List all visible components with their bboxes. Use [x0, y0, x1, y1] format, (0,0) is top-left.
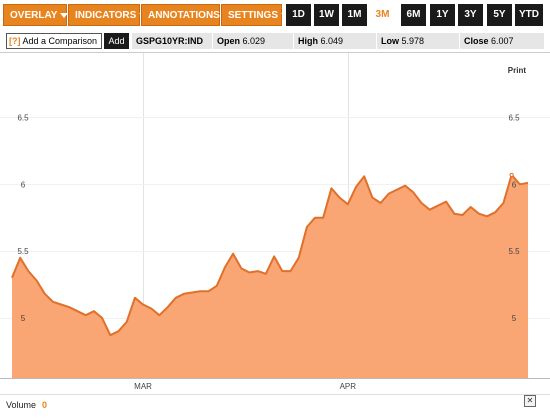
high-label: High [298, 36, 318, 46]
indicators-menu-button[interactable]: INDICATORS [68, 4, 148, 26]
print-button[interactable]: Print [508, 66, 527, 75]
y-tick-label-left: 5 [21, 314, 26, 323]
range-6m-button[interactable]: 6M [401, 4, 426, 26]
chart-area-series [0, 172, 550, 379]
y-tick-label-left: 6 [21, 180, 26, 189]
range-1d-button[interactable]: 1D [286, 4, 311, 26]
overlay-menu-label: OVERLAY [10, 10, 58, 21]
x-axis-labels: MARAPRMAY [134, 382, 357, 391]
y-tick-label-left: 6.5 [17, 113, 29, 122]
volume-label-text: Volume [6, 400, 37, 410]
x-tick-label: APR [340, 382, 357, 391]
add-comparison-input[interactable]: [?] Add a Comparison [6, 33, 102, 49]
y-tick-label-right: 5 [512, 314, 517, 323]
settings-menu-label: SETTINGS [228, 10, 279, 21]
add-comparison-placeholder: Add a Comparison [22, 36, 98, 46]
range-5y-button[interactable]: 5Y [487, 4, 512, 26]
annotations-menu-button[interactable]: ANNOTATIONS [141, 4, 231, 26]
open-value: 6.029 [242, 36, 266, 46]
help-icon: [?] [9, 36, 21, 46]
close-stat: Close 6.007 [460, 33, 544, 49]
price-chart[interactable]: 555.55.5666.56.5 MARAPRMAY Print [0, 52, 550, 394]
settings-menu-button[interactable]: SETTINGS [221, 4, 290, 26]
y-tick-label-right: 6.5 [508, 113, 520, 122]
range-1w-button[interactable]: 1W [314, 4, 339, 26]
low-value: 5.978 [401, 36, 425, 46]
area-fill [12, 174, 528, 378]
volume-label: Volume 0 [6, 400, 47, 410]
close-value: 6.007 [491, 36, 514, 46]
ticker-symbol: GSPG10YR:IND [132, 33, 212, 49]
chart-toolbar: OVERLAY INDICATORS ANNOTATIONS SETTINGS … [0, 0, 550, 31]
range-1y-button[interactable]: 1Y [430, 4, 455, 26]
open-label: Open [217, 36, 241, 46]
low-label: Low [381, 36, 399, 46]
high-value: 6.049 [320, 36, 344, 46]
add-comparison-button[interactable]: Add [104, 33, 129, 49]
close-icon[interactable]: ✕ [524, 395, 536, 407]
high-stat: High 6.049 [294, 33, 376, 49]
range-1m-button[interactable]: 1M [342, 4, 367, 26]
ticker-value: GSPG10YR:IND [136, 36, 204, 46]
range-3y-button[interactable]: 3Y [458, 4, 483, 26]
quote-info-bar: [?] Add a Comparison Add GSPG10YR:IND Op… [0, 31, 550, 51]
y-tick-label-left: 5.5 [17, 247, 29, 256]
indicators-menu-label: INDICATORS [75, 10, 137, 21]
range-3m-button[interactable]: 3M [370, 4, 395, 26]
low-stat: Low 5.978 [377, 33, 459, 49]
data-point-marker [509, 172, 514, 178]
annotations-menu-label: ANNOTATIONS [148, 10, 220, 21]
y-tick-label-right: 6 [512, 180, 517, 189]
volume-panel: Volume 0 ✕ [0, 394, 550, 420]
close-label: Close [464, 36, 489, 46]
range-ytd-button[interactable]: YTD [515, 4, 543, 26]
x-tick-label: MAR [134, 382, 152, 391]
overlay-menu-button[interactable]: OVERLAY [3, 4, 69, 26]
open-stat: Open 6.029 [213, 33, 293, 49]
volume-value: 0 [42, 400, 48, 410]
y-tick-label-right: 5.5 [508, 247, 520, 256]
